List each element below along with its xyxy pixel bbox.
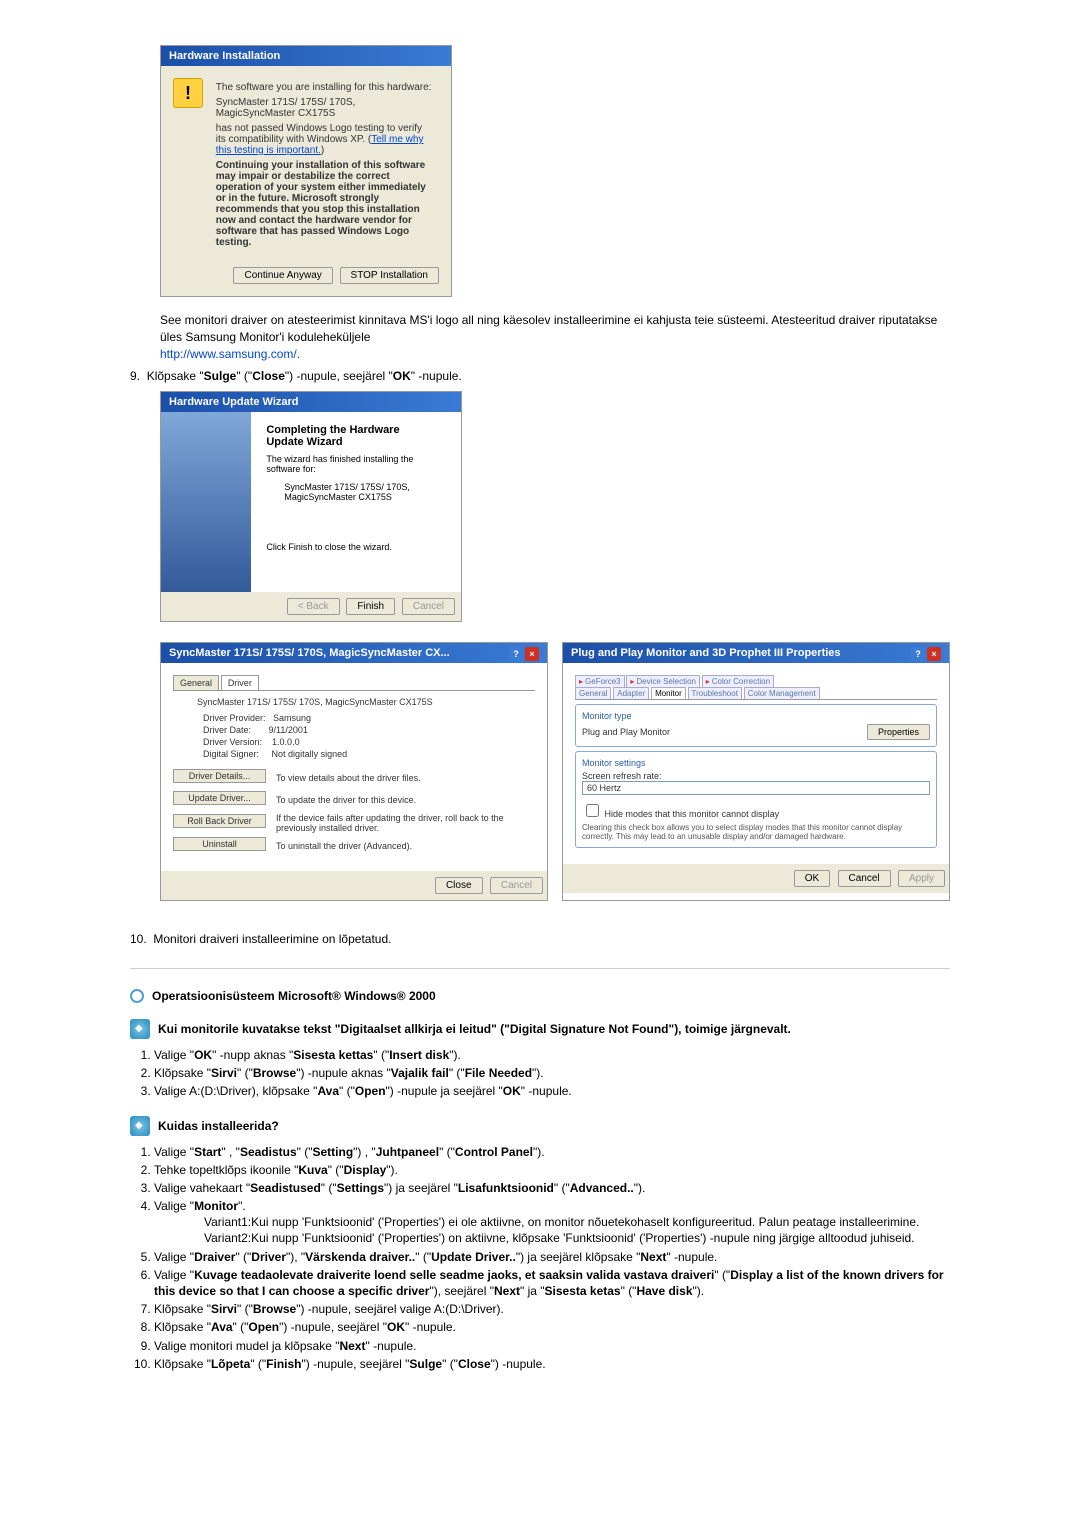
monitor-name: Plug and Play Monitor [582, 727, 670, 737]
list-item: Valige "Start" , "Seadistus" ("Setting")… [154, 1144, 950, 1160]
tab-adapter[interactable]: Adapter [613, 687, 649, 699]
signature-heading-row: Kui monitorile kuvatakse tekst "Digitaal… [130, 1019, 950, 1039]
tab-driver[interactable]: Driver [221, 675, 259, 690]
close-icon[interactable]: × [927, 647, 941, 661]
os-heading-row: Operatsioonisüsteem Microsoft® Windows® … [130, 989, 950, 1003]
tab-monitor[interactable]: Monitor [651, 687, 686, 699]
group-label: Monitor type [582, 711, 930, 721]
separator [130, 968, 950, 969]
wizard-graphic [161, 412, 251, 592]
tab-color-management[interactable]: Color Management [744, 687, 820, 699]
driver-properties-dialog: SyncMaster 171S/ 175S/ 170S, MagicSyncMa… [160, 642, 548, 901]
tab-general[interactable]: General [173, 675, 219, 690]
step-number: 9. [130, 369, 140, 383]
device-name: SyncMaster 171S/ 175S/ 170S, MagicSyncMa… [197, 697, 535, 707]
dialog-title: Hardware Update Wizard [161, 392, 461, 412]
install-heading-row: Kuidas installeerida? [130, 1116, 950, 1136]
list-item: Valige "Kuvage teadaolevate draiverite l… [154, 1267, 950, 1299]
close-icon[interactable]: × [525, 647, 539, 661]
list-item: Klõpsake "Ava" ("Open") -nupule, seejäre… [154, 1319, 950, 1335]
gear-icon [130, 1019, 150, 1039]
variant1-text: Variant1:Kui nupp 'Funktsioonid' ('Prope… [204, 1214, 950, 1230]
variant2-text: Variant2:Kui nupp 'Funktsioonid' ('Prope… [204, 1230, 950, 1246]
ok-button[interactable]: OK [794, 870, 830, 887]
apply-button: Apply [898, 870, 945, 887]
dialog-text: The software you are installing for this… [216, 82, 432, 93]
update-driver-button[interactable]: Update Driver... [173, 791, 266, 805]
samsung-link[interactable]: http://www.samsung.com/. [160, 347, 300, 361]
back-button: < Back [287, 598, 340, 615]
finish-button[interactable]: Finish [346, 598, 395, 615]
warning-icon: ! [173, 78, 203, 108]
checkbox-label: Hide modes that this monitor cannot disp… [605, 809, 780, 819]
rollback-driver-button[interactable]: Roll Back Driver [173, 814, 266, 828]
driver-info: Driver Provider: Samsung Driver Date: 9/… [203, 713, 535, 759]
hardware-installation-dialog: Hardware Installation ! The software you… [160, 45, 452, 297]
signature-heading: Kui monitorile kuvatakse tekst "Digitaal… [158, 1022, 791, 1036]
continue-anyway-button[interactable]: Continue Anyway [233, 267, 332, 284]
wizard-heading: Completing the Hardware Update Wizard [266, 424, 436, 448]
dialog-title: SyncMaster 171S/ 175S/ 170S, MagicSyncMa… [161, 643, 547, 663]
group-label: Monitor settings [582, 758, 930, 768]
list-item: Valige A:(D:\Driver), klõpsake "Ava" ("O… [154, 1083, 950, 1099]
tab-color-correction[interactable]: Color Correction [702, 675, 774, 687]
install-steps: Valige "Start" , "Seadistus" ("Setting")… [130, 1144, 950, 1372]
gear-icon [130, 1116, 150, 1136]
driver-details-button[interactable]: Driver Details... [173, 769, 266, 783]
list-item: Valige vahekaart "Seadistused" ("Setting… [154, 1180, 950, 1196]
dialog-text: has not passed Windows Logo testing to v… [216, 123, 432, 156]
uninstall-button[interactable]: Uninstall [173, 837, 266, 851]
list-item: Valige "Draiver" ("Driver"), "Värskenda … [154, 1249, 950, 1265]
tab-troubleshoot[interactable]: Troubleshoot [688, 687, 742, 699]
monitor-properties-dialog: Plug and Play Monitor and 3D Prophet III… [562, 642, 950, 901]
os-heading: Operatsioonisüsteem Microsoft® Windows® … [152, 989, 436, 1003]
step-10-text: Monitori draiveri installeerimine on lõp… [153, 932, 391, 946]
tab-geforce3[interactable]: GeForce3 [575, 675, 625, 687]
list-item: Klõpsake "Lõpeta" ("Finish") -nupule, se… [154, 1356, 950, 1372]
cancel-button: Cancel [490, 877, 543, 894]
cancel-button[interactable]: Cancel [838, 870, 891, 887]
hide-modes-checkbox[interactable] [586, 804, 599, 817]
list-item: Valige "Monitor". Variant1:Kui nupp 'Fun… [154, 1198, 950, 1247]
wizard-subtext: The wizard has finished installing the s… [266, 454, 436, 474]
list-item: Klõpsake "Sirvi" ("Browse") -nupule, see… [154, 1301, 950, 1317]
list-item: Tehke topeltklõps ikoonile "Kuva" ("Disp… [154, 1162, 950, 1178]
list-item: Valige monitori mudel ja klõpsake "Next"… [154, 1338, 950, 1354]
signature-steps: Valige "OK" -nupp aknas "Sisesta kettas"… [130, 1047, 950, 1100]
refresh-rate-select[interactable]: 60 Hertz [582, 781, 930, 795]
device-name: SyncMaster 171S/ 175S/ 170S, MagicSyncMa… [216, 97, 432, 119]
cancel-button: Cancel [402, 598, 455, 615]
tab-device-selection[interactable]: Device Selection [626, 675, 700, 687]
refresh-label: Screen refresh rate: [582, 771, 930, 781]
list-item: Valige "OK" -nupp aknas "Sisesta kettas"… [154, 1047, 950, 1063]
close-button[interactable]: Close [435, 877, 483, 894]
circle-icon [130, 989, 144, 1003]
stop-installation-button[interactable]: STOP Installation [340, 267, 439, 284]
hardware-update-wizard-dialog: Hardware Update Wizard Completing the Ha… [160, 391, 462, 622]
dialog-title: Plug and Play Monitor and 3D Prophet III… [563, 643, 949, 663]
help-icon[interactable]: ? [911, 647, 925, 661]
install-heading: Kuidas installeerida? [158, 1119, 279, 1133]
properties-button[interactable]: Properties [867, 724, 930, 740]
device-name: SyncMaster 171S/ 175S/ 170S, MagicSyncMa… [284, 482, 436, 502]
warning-text: Continuing your installation of this sof… [216, 160, 432, 248]
list-item: Klõpsake "Sirvi" ("Browse") -nupule akna… [154, 1065, 950, 1081]
help-icon[interactable]: ? [509, 647, 523, 661]
wizard-footer: Click Finish to close the wizard. [266, 542, 436, 552]
checkbox-desc: Clearing this check box allows you to se… [582, 823, 930, 841]
dialog-title: Hardware Installation [161, 46, 451, 66]
body-text: See monitori draiver on atesteerimist ki… [160, 313, 937, 344]
tab-general[interactable]: General [575, 687, 611, 699]
